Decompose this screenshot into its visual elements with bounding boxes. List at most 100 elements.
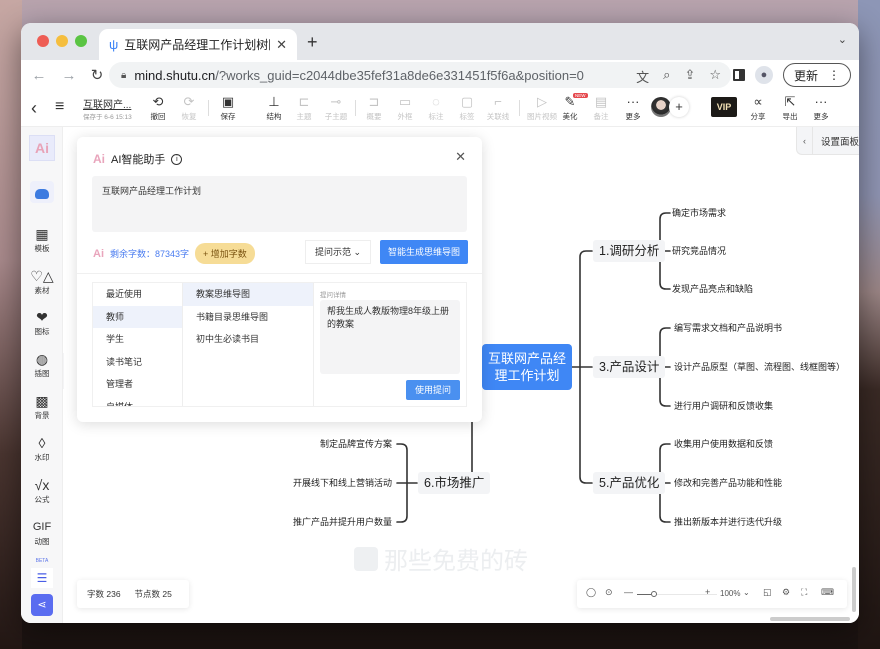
- forward-icon[interactable]: →: [57, 67, 81, 84]
- share-page-icon[interactable]: ⇪: [684, 67, 695, 86]
- category-item[interactable]: 管理者: [93, 373, 182, 396]
- template-item[interactable]: 书籍目录思维导图: [183, 306, 313, 329]
- settings-gear-icon[interactable]: ⚙: [782, 587, 790, 598]
- mindmap-branch-node[interactable]: 1.调研分析: [593, 240, 666, 262]
- vip-badge[interactable]: VIP: [711, 97, 737, 117]
- more-menu-button[interactable]: ··· 更多: [803, 94, 839, 122]
- close-icon[interactable]: ✕: [455, 149, 466, 165]
- mindmap-leaf-node[interactable]: 进行用户调研和反馈收集: [674, 400, 773, 412]
- mindmap-leaf-node[interactable]: 制定品牌宣传方案: [320, 438, 392, 450]
- minimize-window-button[interactable]: [56, 35, 68, 47]
- mindmap-leaf-node[interactable]: 研究竞品情况: [672, 245, 726, 257]
- toolbar-divider: [208, 100, 209, 116]
- add-chars-button[interactable]: + 增加字数: [195, 243, 255, 264]
- ai-assistant-button[interactable]: Ai: [29, 135, 55, 161]
- mindmap-branch-node[interactable]: 5.产品优化: [593, 472, 666, 494]
- sidebar-item-formula[interactable]: √x 公式: [21, 476, 63, 505]
- sidebar-item-gif[interactable]: GIF 动图: [21, 518, 63, 547]
- url-input[interactable]: 🔒︎ mind.shutu.cn/?works_guid=c2044dbe35f…: [109, 62, 731, 88]
- tab-search-chevron-icon[interactable]: ⌄: [838, 33, 847, 46]
- sidebar-item-material[interactable]: ♡△ 素材: [21, 267, 63, 296]
- mouse-mode-icon[interactable]: ◯: [586, 587, 596, 598]
- category-item-selected[interactable]: 教师: [93, 305, 182, 328]
- keyboard-shortcuts-icon[interactable]: ⌨: [821, 587, 834, 598]
- mindmap-leaf-node[interactable]: 编写需求文档和产品说明书: [674, 322, 782, 334]
- hamburger-menu-icon[interactable]: ≡: [55, 98, 64, 116]
- settings-panel-toggle[interactable]: ‹ 设置面板: [796, 126, 859, 155]
- category-item[interactable]: 最近使用: [93, 283, 182, 306]
- share-button[interactable]: ∝ 分享: [740, 94, 776, 122]
- close-window-button[interactable]: [37, 35, 49, 47]
- translate-icon[interactable]: 文: [636, 67, 649, 86]
- mindmap-branch-node[interactable]: 3.产品设计: [593, 356, 666, 378]
- prompt-detail-textarea[interactable]: 帮我生成人教版物理8年级上册的教案: [320, 300, 460, 374]
- ai-prompt-input[interactable]: 互联网产品经理工作计划: [92, 176, 467, 232]
- back-icon[interactable]: ←: [27, 67, 51, 84]
- chevron-left-icon[interactable]: ‹: [797, 126, 813, 155]
- minimap-icon[interactable]: ◱: [763, 587, 772, 598]
- mindmap-leaf-node[interactable]: 发现产品亮点和缺陷: [672, 283, 753, 295]
- reload-icon[interactable]: ↻: [85, 66, 109, 84]
- mindmap-branch-node[interactable]: 6.市场推广: [418, 472, 491, 494]
- update-button[interactable]: 更新 ⋮: [782, 63, 851, 87]
- save-label: 保存: [220, 112, 236, 121]
- add-collaborator-button[interactable]: +: [669, 97, 689, 117]
- zoom-out-button[interactable]: —: [624, 587, 633, 597]
- remaining-chars: Ai 剩余字数：87343字 + 增加字数: [93, 243, 255, 264]
- template-item[interactable]: 初中生必读书目: [183, 328, 313, 351]
- save-button[interactable]: ▣ 保存: [210, 94, 246, 122]
- sidebar-item-background[interactable]: ▩ 背景: [21, 392, 63, 421]
- mindmap-leaf-node[interactable]: 收集用户使用数据和反馈: [674, 438, 773, 450]
- side-panel-icon[interactable]: [732, 69, 745, 81]
- remark-button[interactable]: ▤ 备注: [583, 94, 619, 122]
- locate-center-icon[interactable]: ⊙: [605, 587, 613, 598]
- subtopic-button[interactable]: ⊸ 子主题: [318, 94, 354, 122]
- generate-mindmap-button[interactable]: 智能生成思维导图: [380, 240, 468, 264]
- zoom-dropdown-chevron-icon[interactable]: ⌄: [743, 588, 750, 597]
- mindmap-leaf-node[interactable]: 设计产品原型（草图、流程图、线框图等）: [674, 361, 845, 373]
- outline-list-icon[interactable]: ☰: [31, 568, 53, 588]
- robot-assistant-icon[interactable]: [30, 181, 54, 203]
- zoom-search-icon[interactable]: ⌕: [663, 67, 670, 86]
- fullscreen-icon[interactable]: ⛶: [801, 587, 807, 598]
- mindmap-leaf-node[interactable]: 修改和完善产品功能和性能: [674, 477, 782, 489]
- redo-button[interactable]: ⟳ 恢复: [171, 94, 207, 122]
- browser-menu-icon[interactable]: ⋮: [828, 68, 840, 82]
- bookmark-star-icon[interactable]: ☆: [709, 67, 721, 86]
- url-path: /?works_guid=c2044dbe35fef31a8de6e331451…: [215, 67, 584, 83]
- maximize-window-button[interactable]: [75, 35, 87, 47]
- sidebar-item-icons[interactable]: ❤ 图标: [21, 308, 63, 337]
- category-item[interactable]: 自媒体: [93, 396, 182, 407]
- mindmap-leaf-node[interactable]: 推广产品并提升用户数量: [293, 516, 392, 528]
- mindmap-view-icon[interactable]: ⋖: [31, 594, 53, 616]
- category-item[interactable]: 学生: [93, 328, 182, 351]
- new-tab-button[interactable]: +: [307, 32, 318, 53]
- info-icon[interactable]: i: [171, 153, 183, 165]
- profile-avatar-icon[interactable]: ●: [754, 66, 773, 84]
- relation-line-button[interactable]: ⌐ 关联线: [480, 94, 516, 122]
- back-chevron-icon[interactable]: ‹: [31, 98, 37, 119]
- connector-branch6: [396, 443, 418, 523]
- browser-tab-active[interactable]: ψ 互联网产品经理工作计划树图思维 ✕: [99, 29, 297, 60]
- category-item[interactable]: 读书笔记: [93, 351, 182, 374]
- sidebar-item-watermark[interactable]: ◊ 水印: [21, 434, 63, 463]
- prompt-example-dropdown[interactable]: 提问示范 ⌄: [305, 240, 371, 264]
- sidebar-item-template[interactable]: ▦ 模板: [21, 225, 63, 254]
- sidebar-item-illustration[interactable]: ◍ 插图: [21, 350, 63, 379]
- template-item-selected[interactable]: 教案思维导图: [183, 283, 313, 306]
- topic-button[interactable]: ⊏ 主题: [286, 94, 322, 122]
- document-name[interactable]: 互联网产...: [83, 96, 131, 111]
- mindmap-leaf-node[interactable]: 推出新版本并进行迭代升级: [674, 516, 782, 528]
- zoom-slider-handle[interactable]: [651, 591, 657, 597]
- mindmap-leaf-node[interactable]: 确定市场需求: [672, 207, 726, 219]
- mindmap-leaf-node[interactable]: 开展线下和线上营销活动: [293, 477, 392, 489]
- mindmap-root-node[interactable]: 互联网产品经 理工作计划: [482, 344, 572, 390]
- vertical-scrollbar[interactable]: [852, 567, 856, 612]
- use-prompt-button[interactable]: 使用提问: [406, 380, 460, 400]
- zoom-level-select[interactable]: 100%: [720, 589, 740, 598]
- zoom-in-button[interactable]: +: [705, 587, 710, 597]
- close-tab-icon[interactable]: ✕: [276, 37, 287, 53]
- more-tools-button[interactable]: ··· 更多: [615, 94, 651, 122]
- horizontal-scrollbar[interactable]: [770, 617, 850, 621]
- user-avatar[interactable]: [651, 97, 671, 117]
